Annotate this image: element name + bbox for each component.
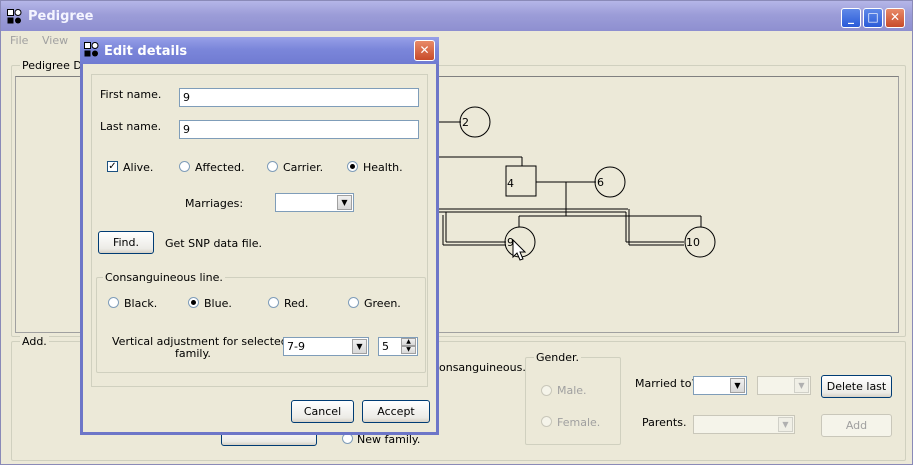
chevron-down-icon: ▼ xyxy=(778,417,793,432)
vertical-adjustment-stepper[interactable]: 5 ▲ ▼ xyxy=(378,337,418,356)
marriages-label: Marriages: xyxy=(185,197,244,210)
accept-button[interactable]: Accept xyxy=(362,400,430,423)
gender-group: Gender. xyxy=(525,351,621,445)
alive-label: Alive. xyxy=(123,161,154,174)
married-to-label: Married to? xyxy=(635,377,698,390)
snp-data-label: Get SNP data file. xyxy=(165,237,262,250)
female-label: Female. xyxy=(557,416,601,429)
red-label: Red. xyxy=(284,297,309,310)
parents-select[interactable]: ▼ xyxy=(693,415,795,434)
last-name-label: Last name. xyxy=(100,120,162,133)
green-label: Green. xyxy=(364,297,401,310)
stepper-value: 5 xyxy=(382,340,389,353)
find-button[interactable]: Find. xyxy=(98,231,154,254)
pedigree-node-4-label: 4 xyxy=(507,177,514,190)
blue-label: Blue. xyxy=(204,297,232,310)
black-radio[interactable] xyxy=(108,297,119,308)
carrier-label: Carrier. xyxy=(283,161,324,174)
health-radio[interactable] xyxy=(347,161,358,172)
blue-radio[interactable] xyxy=(188,297,199,308)
dialog-titlebar[interactable]: Edit details ✕ xyxy=(80,37,439,64)
consanguineous-label: onsanguineous. xyxy=(439,361,526,374)
black-label: Black. xyxy=(124,297,158,310)
marriages-select[interactable]: ▼ xyxy=(275,193,354,212)
stepper-down-icon[interactable]: ▼ xyxy=(401,346,416,354)
menu-view[interactable]: View xyxy=(42,34,68,47)
pedigree-drawing-label: Pedigree Dr xyxy=(20,59,89,72)
health-label: Health. xyxy=(363,161,403,174)
family-select-value: 7-9 xyxy=(287,340,305,353)
pedigree-node-10-label: 10 xyxy=(686,236,700,249)
chevron-down-icon: ▼ xyxy=(352,339,367,354)
red-radio[interactable] xyxy=(268,297,279,308)
maximize-button[interactable]: □ xyxy=(863,8,883,28)
female-radio[interactable] xyxy=(541,416,552,427)
pedigree-app-icon xyxy=(84,42,99,57)
family-select[interactable]: 7-9 ▼ xyxy=(283,337,369,356)
close-button[interactable]: ✕ xyxy=(885,8,905,28)
dialog-close-button[interactable]: ✕ xyxy=(414,40,435,61)
main-titlebar[interactable]: Pedigree _ □ ✕ xyxy=(1,1,912,31)
male-radio[interactable] xyxy=(541,385,552,396)
minimize-button[interactable]: _ xyxy=(841,8,861,28)
delete-last-button[interactable]: Delete last xyxy=(821,375,892,398)
consanguineous-line-label: Consanguineous line. xyxy=(103,271,225,284)
add-group-label: Add. xyxy=(20,335,49,348)
first-name-input[interactable]: 9 xyxy=(179,88,419,107)
married-to-secondary-select[interactable]: ▼ xyxy=(757,376,811,395)
chevron-down-icon: ▼ xyxy=(730,378,745,393)
add-button[interactable]: Add xyxy=(821,414,892,437)
carrier-radio[interactable] xyxy=(267,161,278,172)
vertical-adjustment-label-2: family. xyxy=(175,347,211,360)
cancel-button[interactable]: Cancel xyxy=(291,400,354,423)
chevron-down-icon: ▼ xyxy=(794,378,809,393)
parents-label: Parents. xyxy=(642,416,687,429)
first-name-label: First name. xyxy=(100,88,162,101)
chevron-down-icon: ▼ xyxy=(337,195,352,210)
pedigree-node-6-label: 6 xyxy=(597,176,604,189)
alive-checkbox[interactable]: ✓ xyxy=(107,161,118,172)
affected-radio[interactable] xyxy=(179,161,190,172)
edit-details-dialog: Edit details ✕ First name. 9 Last name. … xyxy=(80,37,439,435)
stepper-up-icon[interactable]: ▲ xyxy=(401,338,416,346)
affected-label: Affected. xyxy=(195,161,245,174)
last-name-input[interactable]: 9 xyxy=(179,120,419,139)
gender-group-label: Gender. xyxy=(534,351,582,364)
dialog-title: Edit details xyxy=(104,44,188,59)
menu-file[interactable]: File xyxy=(10,34,28,47)
male-label: Male. xyxy=(557,384,587,397)
window-title: Pedigree xyxy=(28,9,94,24)
green-radio[interactable] xyxy=(348,297,359,308)
pedigree-app-icon xyxy=(7,9,22,24)
married-to-select[interactable]: ▼ xyxy=(693,376,747,395)
pedigree-node-2-label: 2 xyxy=(462,116,469,129)
